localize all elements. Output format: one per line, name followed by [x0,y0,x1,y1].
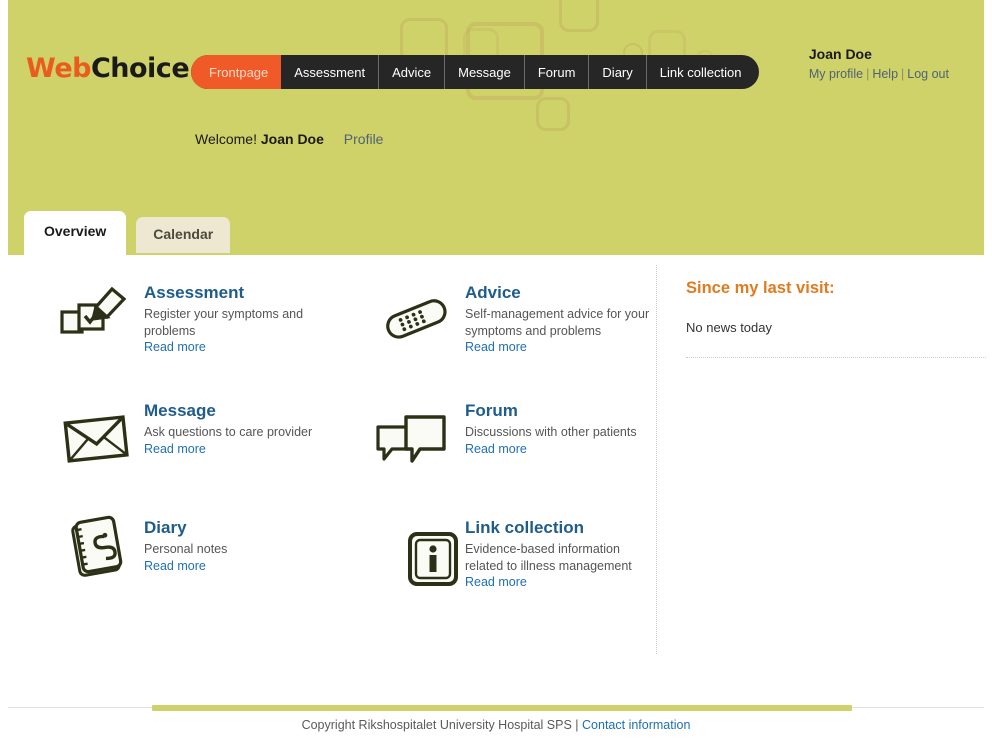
site-header: WebChoice. Frontpage Assessment Advice Mess… [8,0,984,255]
nav-item-link-collection[interactable]: Link collection [647,55,760,89]
feature-card-title[interactable]: Advice [465,283,657,303]
nav-item-forum[interactable]: Forum [525,55,590,89]
since-last-visit-title: Since my last visit: [686,279,835,297]
tab-strip: Overview Calendar [24,211,231,255]
feature-card-title[interactable]: Assessment [144,283,344,303]
bandage-icon [374,283,458,353]
notebook-icon [54,513,138,583]
feature-card-body: Message Ask questions to care provider Rea… [144,401,344,458]
nav-item-advice[interactable]: Advice [379,55,446,89]
main-content: Assessment Register your symptoms and pro… [8,255,986,685]
user-name: Joan Doe [808,46,872,62]
read-more-link[interactable]: Read more [465,574,657,591]
welcome-greeting: Welcome! [195,131,257,147]
read-more-link[interactable]: Read more [144,558,344,575]
feature-card-body: Diary Personal notes Read more [144,518,344,575]
main-navigation: Frontpage Assessment Advice Message Forum Dia… [191,55,760,89]
feature-card-body: Assessment Register your symptoms and pro… [144,283,344,356]
speech-bubbles-icon [370,405,454,475]
user-links: My profile | Help | Log out [809,67,949,81]
feature-card-grid: Assessment Register your symptoms and pro… [8,255,656,655]
feature-card-title[interactable]: Diary [144,518,344,538]
site-logo[interactable]: WebChoice. [26,53,199,84]
feature-card-body: Link collection Evidence-based informatio… [465,518,657,591]
feature-card-title[interactable]: Forum [465,401,657,421]
welcome-message: Welcome! Joan Doe Profile [195,131,383,147]
welcome-user-name: Joan Doe [260,131,324,147]
page-root: WebChoice. Frontpage Assessment Advice Mess… [0,0,992,745]
feature-card-title[interactable]: Message [144,401,344,421]
site-footer: Copyright Rikshospitalet University Hosp… [8,685,984,745]
feature-card-title[interactable]: Link collection [465,518,657,538]
tab-calendar[interactable]: Calendar [136,217,231,253]
read-more-link[interactable]: Read more [465,339,657,356]
feature-card-description: Register your symptoms and problems [144,307,304,338]
since-last-visit-message: No news today [686,320,772,335]
footer-copyright: Copyright Rikshospitalet University Hosp… [301,718,579,732]
feature-card-description: Evidence-based information related to il… [465,542,632,573]
page-edge-right [984,0,992,745]
footer-text: Copyright Rikshospitalet University Hosp… [8,718,984,732]
tab-overview[interactable]: Overview [24,211,127,255]
nav-item-assessment[interactable]: Assessment [281,55,380,89]
decorative-square-icon [559,0,599,32]
logo-text-choice: Choice. [90,53,199,84]
feature-card-description: Discussions with other patients [465,425,637,439]
my-profile-link[interactable]: My profile [809,67,863,81]
sidebar-divider [686,357,986,358]
link-separator: | [866,67,870,81]
nav-item-frontpage[interactable]: Frontpage [191,55,282,89]
feature-card-description: Ask questions to care provider [144,425,313,439]
logo-text-web: Web [26,53,91,84]
contact-information-link[interactable]: Contact information [582,718,690,732]
feature-card-description: Personal notes [144,542,228,556]
read-more-link[interactable]: Read more [144,339,344,356]
read-more-link[interactable]: Read more [144,441,344,458]
link-separator: | [901,67,905,81]
page-edge-left [0,0,8,745]
user-box: Joan Doe My profile | Help | Log out [809,46,949,81]
feature-card-body: Advice Self-management advice for your sy… [465,283,657,356]
welcome-profile-link[interactable]: Profile [344,131,384,147]
footer-accent-bar [152,705,852,711]
info-square-icon [390,525,474,595]
since-last-visit-panel: Since my last visit: No news today [686,279,986,358]
pencil-checkbox-icon [50,277,134,347]
envelope-icon [54,403,138,473]
feature-card-description: Self-management advice for your symptoms… [465,307,650,338]
decorative-square-icon [536,97,570,131]
help-link[interactable]: Help [872,67,898,81]
logout-link[interactable]: Log out [907,67,949,81]
feature-card-body: Forum Discussions with other patients Read… [465,401,657,458]
nav-item-message[interactable]: Message [445,55,525,89]
read-more-link[interactable]: Read more [465,441,657,458]
nav-item-diary[interactable]: Diary [589,55,647,89]
